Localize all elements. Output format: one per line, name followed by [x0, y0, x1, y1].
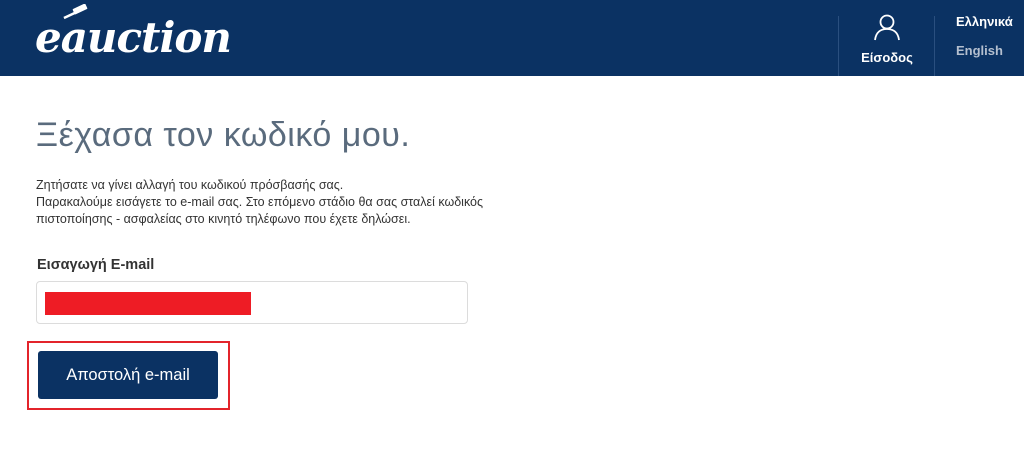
user-icon: [874, 14, 900, 41]
email-field-container: [36, 281, 468, 324]
header-divider: [934, 16, 935, 76]
email-field-label: Εισαγωγή E-mail: [37, 257, 155, 273]
send-email-button[interactable]: Αποστολή e-mail: [38, 351, 218, 399]
top-navigation-bar: eauction Είσοδος Ελληνικά English: [0, 0, 1024, 76]
login-label: Είσοδος: [861, 50, 913, 65]
language-english-link[interactable]: English: [956, 43, 1003, 58]
instructions-text: Ζητήσατε να γίνει αλλαγή του κωδικού πρό…: [36, 177, 596, 228]
login-button[interactable]: Είσοδος: [840, 0, 934, 76]
email-input[interactable]: [37, 282, 467, 323]
page-title: Ξέχασα τον κωδικό μου.: [36, 116, 411, 154]
instructions-line: πιστοποίησης - ασφαλείας στο κινητό τηλέ…: [36, 212, 411, 226]
language-greek-link[interactable]: Ελληνικά: [956, 14, 1013, 29]
header-divider: [838, 16, 839, 76]
logo-wordmark: eauction: [35, 13, 232, 62]
eauction-logo[interactable]: eauction: [35, 4, 265, 66]
instructions-line: Παρακαλούμε εισάγετε το e-mail σας. Στο …: [36, 195, 484, 209]
instructions-line: Ζητήσατε να γίνει αλλαγή του κωδικού πρό…: [36, 178, 344, 192]
